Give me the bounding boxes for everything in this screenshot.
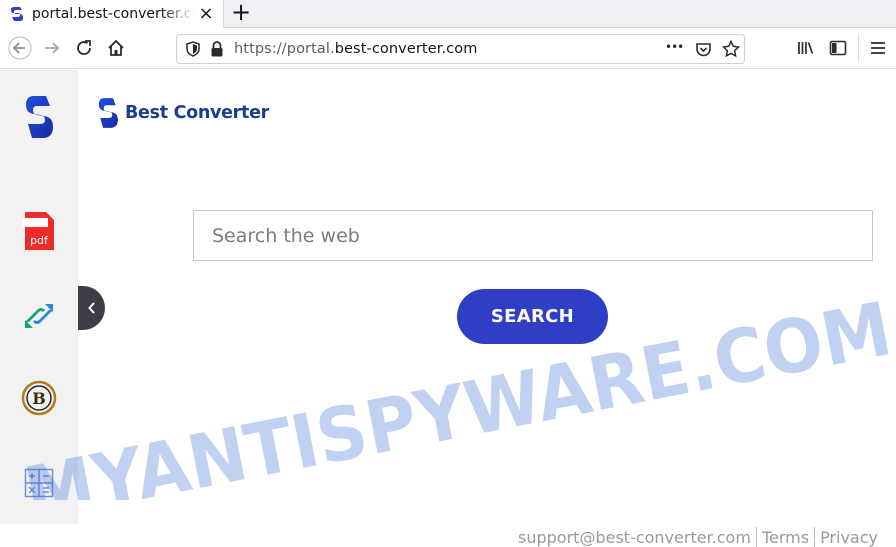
url-bar[interactable]: https://portal.best-converter.com ••• bbox=[176, 34, 745, 64]
chevron-left-icon bbox=[87, 302, 95, 314]
bookmark-star-icon[interactable] bbox=[722, 40, 740, 58]
tab-title: portal.best-converter.com bbox=[32, 6, 194, 22]
support-email-link[interactable]: support@best-converter.com bbox=[518, 528, 751, 547]
pdf-icon-label: pdf bbox=[30, 234, 49, 247]
web-page: pdf B Best Converter Search the web SEAR… bbox=[0, 70, 896, 547]
back-arrow-icon bbox=[8, 36, 32, 60]
footer-divider bbox=[814, 527, 816, 547]
privacy-link[interactable]: Privacy bbox=[820, 528, 878, 547]
extension-sidebar: pdf B bbox=[0, 70, 78, 524]
forward-button[interactable] bbox=[40, 36, 64, 60]
logo-text: Best Converter bbox=[125, 103, 269, 123]
lock-icon[interactable] bbox=[210, 40, 224, 58]
sidebar-item-calculator[interactable] bbox=[18, 462, 60, 504]
sidebar-collapse-button[interactable] bbox=[78, 286, 105, 330]
bitcoin-coin-icon: B bbox=[21, 380, 57, 416]
best-converter-logo-icon bbox=[98, 98, 118, 128]
library-button[interactable] bbox=[794, 36, 818, 60]
home-button[interactable] bbox=[104, 36, 128, 60]
bitcoin-icon-label: B bbox=[32, 389, 46, 408]
menu-button[interactable] bbox=[866, 36, 890, 60]
new-tab-button[interactable]: + bbox=[229, 0, 253, 25]
navigation-bar: https://portal.best-converter.com ••• bbox=[0, 28, 896, 69]
forward-arrow-icon bbox=[45, 42, 60, 54]
best-converter-favicon-icon bbox=[11, 7, 23, 21]
sidebar-toggle-button[interactable] bbox=[826, 36, 850, 60]
page-actions-more-icon[interactable]: ••• bbox=[665, 40, 684, 54]
hamburger-menu-icon bbox=[871, 42, 885, 54]
tracking-shield-icon[interactable] bbox=[185, 41, 201, 57]
footer-divider bbox=[755, 527, 757, 547]
search-input[interactable] bbox=[193, 210, 873, 261]
url-domain: best-converter.com bbox=[334, 41, 478, 57]
library-icon bbox=[798, 42, 814, 54]
brand-logo[interactable]: Best Converter bbox=[96, 96, 269, 130]
sidebars-icon bbox=[829, 40, 847, 56]
active-tab[interactable]: portal.best-converter.com × bbox=[0, 0, 224, 28]
pdf-file-icon: pdf bbox=[22, 212, 54, 250]
home-icon bbox=[108, 39, 124, 56]
sidebar-logo[interactable] bbox=[18, 96, 60, 138]
pocket-icon[interactable] bbox=[695, 41, 712, 58]
reload-button[interactable] bbox=[72, 36, 96, 60]
terms-link[interactable]: Terms bbox=[762, 528, 809, 547]
convert-arrows-icon bbox=[25, 304, 53, 328]
best-converter-s-icon bbox=[26, 96, 53, 138]
sidebar-item-bitcoin-converter[interactable]: B bbox=[18, 377, 60, 419]
browser-window: portal.best-converter.com × + bbox=[0, 0, 896, 547]
footer-links: support@best-converter.com Terms Privacy bbox=[518, 527, 878, 547]
tab-strip: portal.best-converter.com × + bbox=[0, 0, 896, 28]
search-button[interactable]: SEARCH bbox=[457, 289, 608, 344]
reload-icon bbox=[77, 40, 91, 55]
url-prefix: https://portal. bbox=[234, 41, 335, 57]
sidebar-item-file-converter[interactable] bbox=[18, 295, 60, 337]
calculator-icon bbox=[24, 468, 54, 498]
back-button[interactable] bbox=[8, 36, 32, 60]
sidebar-item-pdf-converter[interactable]: pdf bbox=[18, 210, 60, 252]
toolbar-separator bbox=[858, 34, 859, 62]
url-text[interactable]: https://portal.best-converter.com bbox=[234, 41, 477, 57]
tab-close-icon[interactable]: × bbox=[197, 5, 215, 23]
